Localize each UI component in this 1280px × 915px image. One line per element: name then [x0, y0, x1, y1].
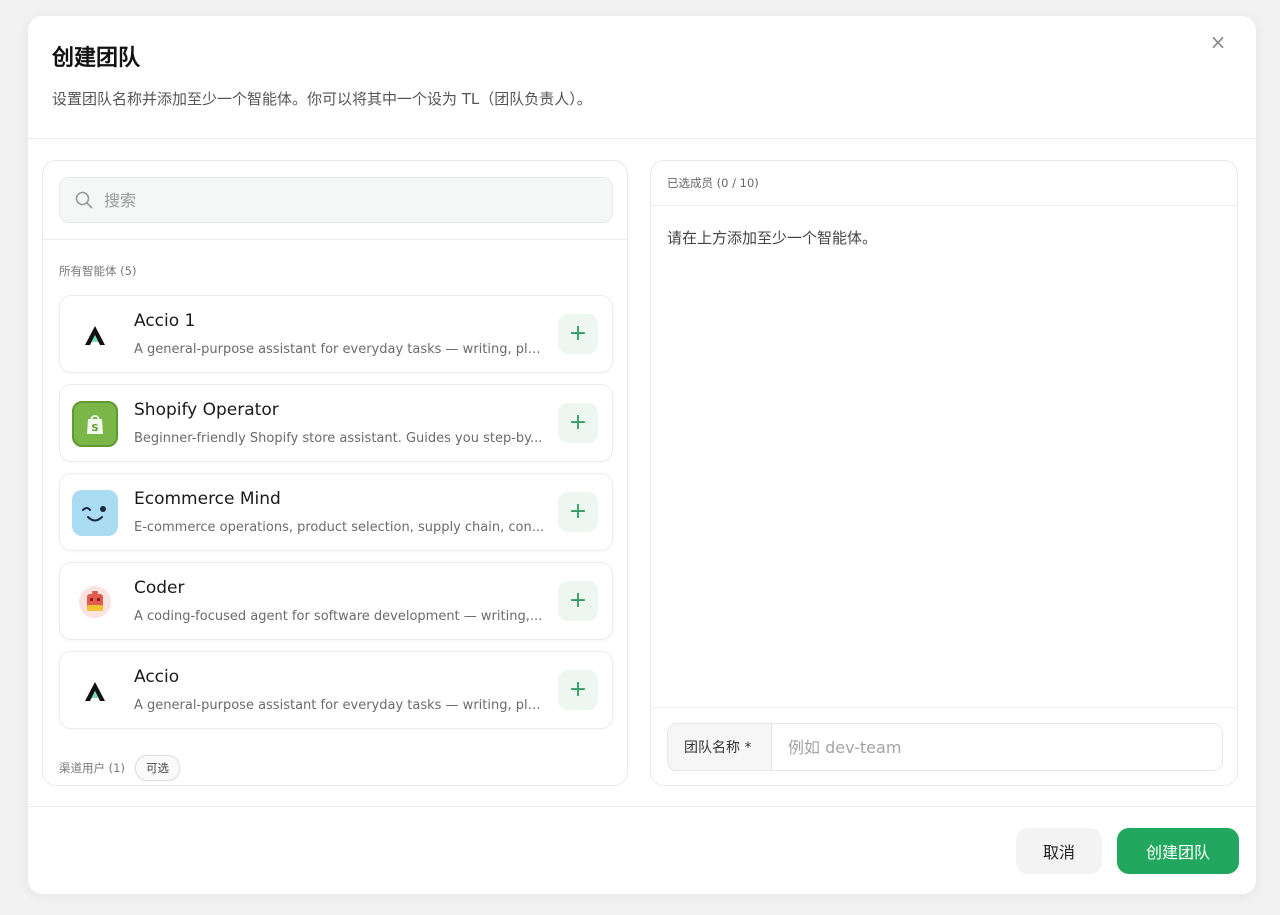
agent-description: A coding-focused agent for software deve… [134, 609, 543, 624]
agent-description: Beginner-friendly Shopify store assistan… [134, 431, 543, 446]
search-icon [74, 190, 94, 210]
agent-picker-panel: 所有智能体 (5) Accio 1 A general-purpose assi… [42, 160, 628, 786]
agent-list: Accio 1 A general-purpose assistant for … [59, 295, 613, 740]
cancel-button[interactable]: 取消 [1016, 828, 1102, 874]
agent-description: A general-purpose assistant for everyday… [134, 342, 546, 357]
add-agent-button[interactable]: + [558, 492, 598, 532]
svg-text:S: S [91, 423, 98, 434]
agent-name: Accio 1 [134, 311, 196, 331]
agent-description: A general-purpose assistant for everyday… [134, 698, 546, 713]
agent-card-accio-1[interactable]: Accio 1 A general-purpose assistant for … [59, 295, 613, 373]
create-team-button[interactable]: 创建团队 [1117, 828, 1239, 874]
team-name-input[interactable] [772, 724, 1222, 770]
agent-name: Coder [134, 578, 185, 598]
agent-card-shopify-operator[interactable]: S Shopify Operator Beginner-friendly Sho… [59, 384, 613, 462]
add-agent-button[interactable]: + [558, 670, 598, 710]
team-name-label: 团队名称 * [668, 724, 772, 770]
selected-members-header: 已选成员 (0 / 10) [667, 176, 759, 190]
accio-logo-icon [72, 312, 118, 358]
search-divider [43, 239, 627, 240]
agent-name: Accio [134, 667, 180, 687]
robot-face-icon [72, 579, 118, 625]
accio-logo-icon [72, 668, 118, 714]
agent-description: E-commerce operations, product selection… [134, 520, 545, 535]
channel-users-label: 渠道用户 (1) [59, 761, 125, 775]
agent-card-accio[interactable]: Accio A general-purpose assistant for ev… [59, 651, 613, 729]
dialog-title: 创建团队 [52, 46, 141, 71]
shopify-bag-icon: S [72, 401, 118, 447]
search-input[interactable] [104, 190, 584, 210]
dialog-subtitle: 设置团队名称并添加至少一个智能体。你可以将其中一个设为 TL（团队负责人）。 [52, 90, 592, 108]
team-name-field: 团队名称 * [667, 723, 1223, 771]
agent-card-coder[interactable]: Coder A coding-focused agent for softwar… [59, 562, 613, 640]
selected-divider [651, 205, 1237, 206]
channel-users-row: 渠道用户 (1) 可选 [59, 755, 180, 781]
add-agent-button[interactable]: + [558, 581, 598, 621]
selected-members-panel: 已选成员 (0 / 10) 请在上方添加至少一个智能体。 团队名称 * [650, 160, 1238, 786]
optional-badge: 可选 [134, 755, 180, 781]
empty-state-hint: 请在上方添加至少一个智能体。 [667, 229, 878, 247]
add-agent-button[interactable]: + [558, 403, 598, 443]
search-box[interactable] [59, 177, 613, 223]
team-name-divider [651, 707, 1237, 708]
footer-divider [28, 806, 1256, 807]
add-agent-button[interactable]: + [558, 314, 598, 354]
agent-name: Ecommerce Mind [134, 489, 281, 509]
agent-card-ecommerce-mind[interactable]: Ecommerce Mind E-commerce operations, pr… [59, 473, 613, 551]
wink-face-icon [72, 490, 118, 536]
header-divider [28, 138, 1256, 139]
all-agents-label: 所有智能体 (5) [59, 264, 137, 278]
agent-name: Shopify Operator [134, 400, 279, 420]
close-button[interactable]: × [1206, 30, 1230, 54]
create-team-dialog: × 创建团队 设置团队名称并添加至少一个智能体。你可以将其中一个设为 TL（团队… [28, 16, 1256, 894]
